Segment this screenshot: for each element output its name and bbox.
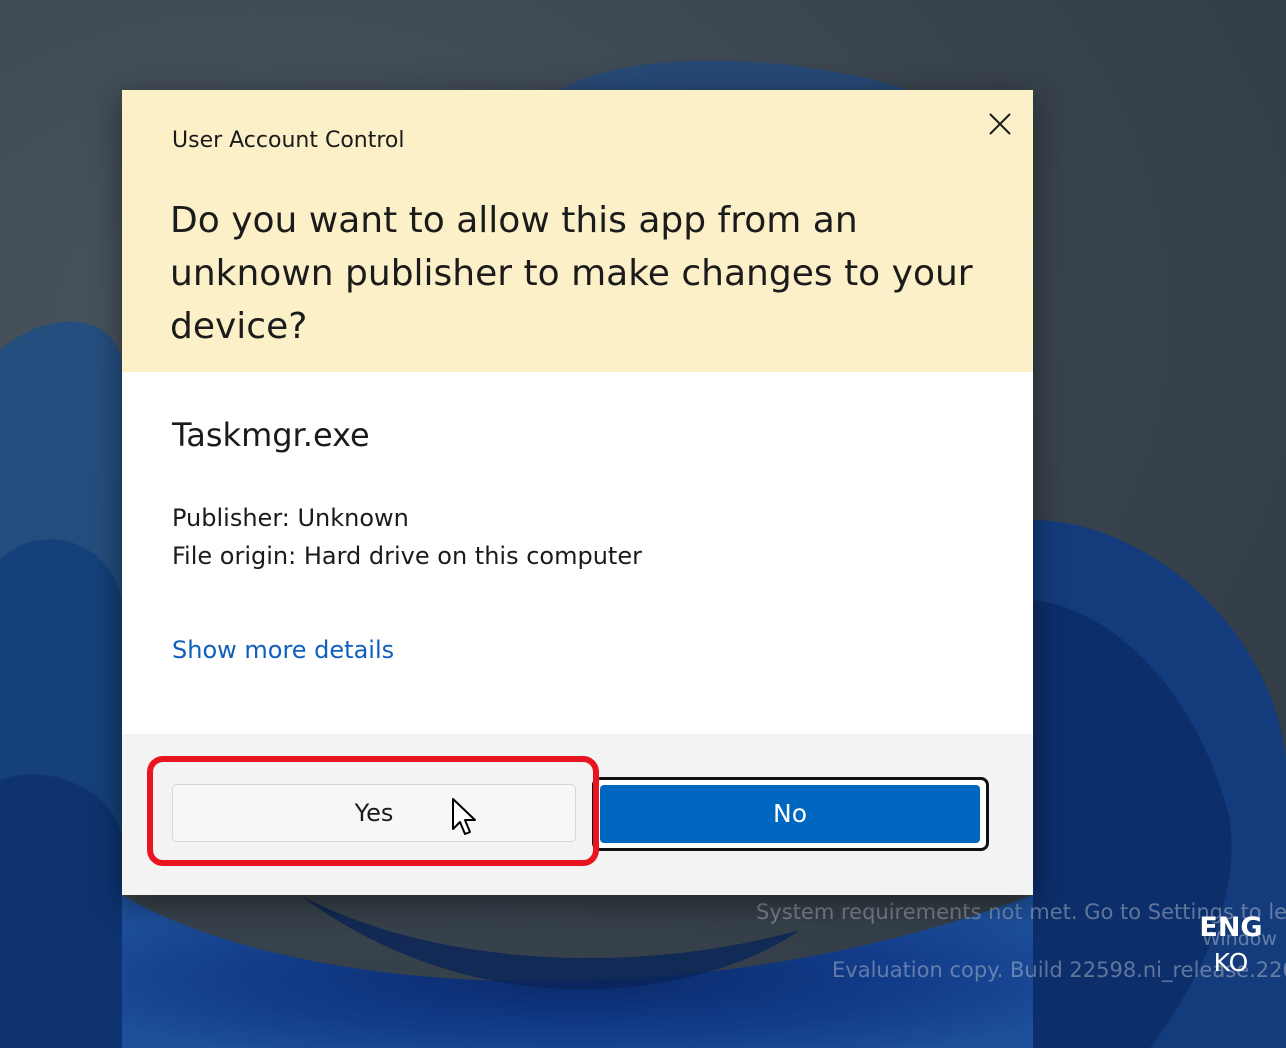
dialog-footer: Yes No	[122, 734, 1033, 895]
dialog-header: User Account Control Do you want to allo…	[122, 90, 1033, 372]
language-secondary: KO	[1213, 948, 1249, 977]
yes-button[interactable]: Yes	[172, 784, 576, 842]
close-button[interactable]	[980, 104, 1020, 144]
dialog-question: Do you want to allow this app from an un…	[170, 200, 973, 347]
language-primary: ENG	[1199, 912, 1263, 943]
no-button[interactable]: No	[600, 785, 980, 843]
language-indicator[interactable]: ENG KO	[1186, 910, 1276, 980]
file-origin-info: File origin: Hard drive on this computer	[172, 542, 642, 570]
app-name: Taskmgr.exe	[172, 416, 370, 454]
uac-dialog: User Account Control Do you want to allo…	[122, 90, 1033, 895]
show-more-details-link[interactable]: Show more details	[172, 636, 394, 664]
dialog-title: User Account Control	[172, 128, 405, 153]
close-icon	[989, 113, 1011, 135]
publisher-info: Publisher: Unknown	[172, 504, 409, 532]
